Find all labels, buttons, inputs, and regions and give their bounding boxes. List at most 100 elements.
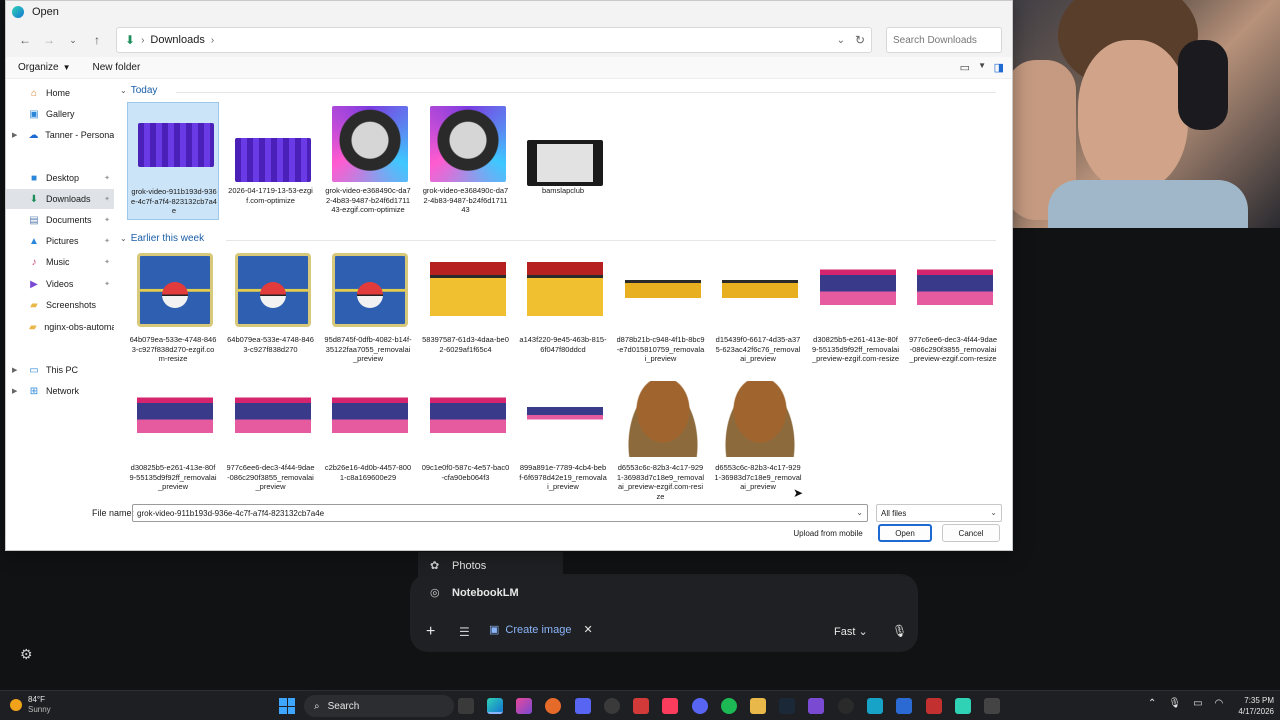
sidebar-item-gallery[interactable]: ▣ Gallery (6, 104, 114, 124)
preview-pane-icon[interactable]: ◨ (994, 61, 1004, 74)
file-item[interactable]: c2b26e16-4d0b-4457-8001-c8a169600e29 (322, 379, 414, 497)
app-icon[interactable] (926, 698, 942, 714)
app-icon[interactable] (867, 698, 883, 714)
fx-icon[interactable] (896, 698, 912, 714)
refresh-icon[interactable]: ↻ (855, 33, 865, 47)
organize-menu[interactable]: Organize ▼ (18, 62, 71, 73)
steam-icon[interactable] (779, 698, 795, 714)
sidebar-item-nginx[interactable]: ▰ nginx-obs-automat (6, 317, 114, 337)
chevron-down-icon[interactable]: ▼ (978, 61, 986, 74)
close-icon[interactable]: ✕ (583, 623, 592, 636)
file-item[interactable]: grok-video-e368490c-da72-4b83-9487-b24f6… (420, 102, 512, 220)
firefox-icon[interactable] (545, 698, 561, 714)
new-folder-button[interactable]: New folder (93, 62, 141, 73)
wifi-icon[interactable]: ◠ (1215, 698, 1224, 709)
file-name-combobox[interactable]: ⌄ (132, 504, 868, 522)
mode-selector[interactable]: Fast ⌄ (834, 625, 868, 638)
chat-app-icon[interactable] (575, 698, 591, 714)
network-icon[interactable]: ▭ (1193, 698, 1202, 709)
up-arrow-icon[interactable]: ↑ (86, 29, 108, 51)
pin-icon[interactable]: ✦ (104, 174, 110, 182)
taskbar-search[interactable]: ⌕ Search (304, 695, 454, 717)
breadcrumb-downloads[interactable]: Downloads (150, 34, 204, 46)
music-app-icon[interactable] (662, 698, 678, 714)
file-item[interactable]: 2026-04-1719-13-53-ezgif.com-optimize (225, 102, 317, 220)
file-type-filter[interactable]: All files ⌄ (876, 504, 1002, 522)
search-field[interactable] (886, 27, 1002, 53)
breadcrumb-separator-icon[interactable]: › (211, 35, 214, 46)
sidebar-item-downloads[interactable]: ⬇ Downloads ✦ (6, 189, 114, 209)
back-arrow-icon[interactable]: ← (14, 29, 36, 51)
settings-icon[interactable]: ⚙ (20, 646, 33, 663)
open-button[interactable]: Open (878, 524, 932, 542)
file-item[interactable]: grok-video-e368490c-da72-4b83-9487-b24f6… (322, 102, 414, 220)
file-item[interactable]: d15439f0-6617-4d35-a375-623ac42f6c76_rem… (712, 251, 804, 369)
sidebar-item-this-pc[interactable]: ▶ ▭ This PC (6, 360, 114, 380)
app-icon[interactable] (984, 698, 1000, 714)
media-app-icon[interactable] (633, 698, 649, 714)
sidebar-item-network[interactable]: ▶ ⊞ Network (6, 381, 114, 401)
file-item[interactable]: d6553c6c-82b3-4c17-9291-36983d7c18e9_rem… (615, 379, 707, 501)
microphone-icon[interactable]: 🎙 (892, 624, 907, 638)
group-header-earlier[interactable]: ⌄ Earlier this week (120, 233, 204, 244)
file-item[interactable]: d30825b5-e261-413e-80f9-55135d9f92ff_rem… (810, 251, 902, 369)
sidebar-item-desktop[interactable]: ■ Desktop ✦ (6, 168, 114, 188)
file-item[interactable]: 899a891e-7789-4cb4-bebf-6f6978d42e19_rem… (517, 379, 609, 497)
add-icon[interactable]: + (426, 623, 435, 641)
file-item[interactable]: 58397587-61d3-4daa-be02-6029af1f65c4 (420, 251, 512, 369)
pin-icon[interactable]: ✦ (104, 280, 110, 288)
sidebar-item-screenshots[interactable]: ▰ Screenshots (6, 295, 114, 315)
tools-icon[interactable]: ☰ (459, 625, 470, 639)
search-input[interactable] (893, 34, 1001, 46)
create-image-chip[interactable]: ▣ Create image ✕ (489, 623, 593, 637)
start-button-icon[interactable] (279, 698, 295, 714)
app-icon[interactable] (808, 698, 824, 714)
path-field[interactable]: ⬇ › Downloads › ⌄ ↻ (116, 27, 872, 53)
app-icon[interactable] (838, 698, 854, 714)
forward-arrow-icon[interactable]: → (38, 29, 60, 51)
group-header-today[interactable]: ⌄ Today (120, 85, 157, 96)
sidebar-item-onedrive[interactable]: ▶ ☁ Tanner - Personal (6, 125, 114, 145)
sidebar-item-videos[interactable]: ▶ Videos ✦ (6, 274, 114, 294)
file-item[interactable]: 95d8745f-0dfb-4082-b14f-35122faa7055_rem… (322, 251, 414, 369)
sidebar-item-documents[interactable]: ▤ Documents ✦ (6, 210, 114, 230)
sidebar-item-home[interactable]: ⌂ Home (6, 83, 114, 103)
app-icon[interactable] (955, 698, 971, 714)
sidebar-item-pictures[interactable]: ▲ Pictures ✦ (6, 231, 114, 251)
chevron-down-icon[interactable]: ⌄ (837, 35, 845, 46)
file-item[interactable]: grok-video-911b193d-936e-4c7f-a7f4-82313… (127, 102, 219, 220)
file-item[interactable]: 64b079ea-533e-4748-8463-c927f838d270-ezg… (127, 251, 219, 369)
file-item[interactable]: 09c1e0f0-587c-4e57-bac0-cfa90eb064f3 (420, 379, 512, 497)
chevron-right-icon[interactable]: ▶ (12, 387, 22, 395)
upload-from-mobile-button[interactable]: Upload from mobile (788, 524, 868, 542)
breadcrumb-separator-icon[interactable]: › (141, 35, 144, 46)
file-item[interactable]: 977c6ee6-dec3-4f44-9dae-086c290f3855_rem… (225, 379, 317, 497)
chevron-right-icon[interactable]: ▶ (12, 366, 22, 374)
file-item[interactable]: d30825b5-e261-413e-80f9-55135d9f92ff_rem… (127, 379, 219, 497)
pin-icon[interactable]: ✦ (104, 195, 110, 203)
file-item[interactable]: a143f220-9e45-463b-815-6f047f80ddcd (517, 251, 609, 369)
file-name-input[interactable] (137, 508, 867, 518)
menu-item-notebooklm[interactable]: ◎ NotebookLM (418, 579, 563, 606)
pin-icon[interactable]: ✦ (104, 237, 110, 245)
file-item[interactable]: d878b21b-c948-4f1b-8bc9-e7d015810759_rem… (615, 251, 707, 369)
spotify-icon[interactable] (721, 698, 737, 714)
chevron-down-icon[interactable]: ⌄ (856, 508, 863, 517)
task-view-icon[interactable] (458, 698, 474, 714)
chevron-right-icon[interactable]: ▶ (12, 131, 22, 139)
pin-icon[interactable]: ✦ (104, 216, 110, 224)
file-item[interactable]: 977c6ee6-dec3-4f44-9dae-086c290f3855_rem… (907, 251, 999, 369)
microphone-icon[interactable]: 🎙 (1168, 698, 1181, 709)
pin-icon[interactable]: ✦ (104, 258, 110, 266)
file-item[interactable]: d6553c6c-82b3-4c17-9291-36983d7c18e9_rem… (712, 379, 804, 497)
chevron-up-icon[interactable]: ⌃ (1148, 698, 1156, 709)
file-explorer-icon[interactable] (750, 698, 766, 714)
sidebar-item-music[interactable]: ♪ Music ✦ (6, 252, 114, 272)
clock[interactable]: 7:35 PM 4/17/2026 (1230, 695, 1274, 717)
weather-widget[interactable]: 84°F Sunny (10, 695, 51, 715)
view-icon[interactable]: ▭ (960, 61, 970, 74)
menu-item-photos[interactable]: ✿ Photos (418, 552, 563, 579)
cancel-button[interactable]: Cancel (942, 524, 1000, 542)
edge-icon[interactable] (487, 698, 503, 714)
recent-chevron-icon[interactable]: ⌄ (62, 29, 84, 51)
